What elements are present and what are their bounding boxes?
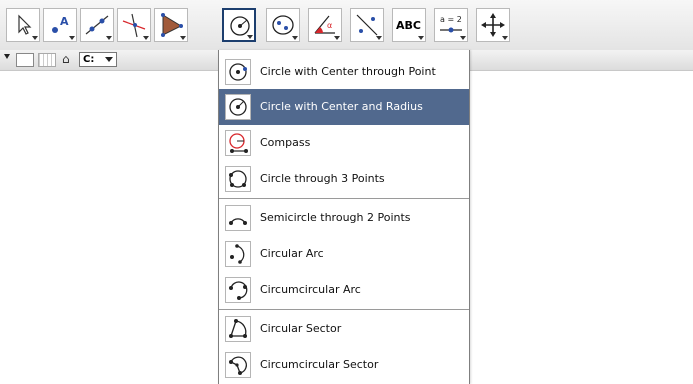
move-graphics-icon	[481, 13, 505, 37]
menu-item-circle-three-points[interactable]: Circle through 3 Points	[219, 161, 469, 197]
menu-item-label: Circle through 3 Points	[260, 172, 385, 185]
menu-item-label: Circular Sector	[260, 322, 342, 335]
dropdown-indicator-icon	[460, 36, 466, 40]
dropdown-indicator-icon	[180, 36, 186, 40]
semicircle-icon	[229, 218, 247, 225]
menu-item-circle-center-point[interactable]: Circle with Center through Point	[219, 54, 469, 90]
slider-label: a = 2	[440, 15, 462, 24]
slider-tool-button[interactable]: a = 2	[434, 8, 468, 42]
menu-item-label: Circle with Center through Point	[260, 65, 436, 78]
circle-tool-button[interactable]	[222, 8, 256, 42]
line-icon	[85, 15, 109, 35]
menu-item-circular-sector[interactable]: Circular Sector	[219, 311, 469, 347]
line-tool-button[interactable]	[80, 8, 114, 42]
style-bar-toggle-icon[interactable]	[4, 54, 10, 59]
menu-item-label: Semicircle through 2 Points	[260, 211, 411, 224]
dropdown-indicator-icon	[502, 36, 508, 40]
dropdown-indicator-icon	[334, 36, 340, 40]
slider-icon: a = 2	[440, 15, 462, 33]
text-icon: ABC	[396, 19, 421, 32]
menu-item-label: Compass	[260, 136, 311, 149]
perpendicular-tool-button[interactable]	[117, 8, 151, 42]
angle-letter: α	[327, 21, 332, 30]
perpendicular-line-icon	[122, 13, 146, 38]
move-graphics-tool-button[interactable]	[476, 8, 510, 42]
reflect-icon	[356, 14, 378, 36]
dropdown-indicator-icon	[247, 35, 253, 39]
polygon-tool-button[interactable]	[154, 8, 188, 42]
menu-item-label: Circumcircular Arc	[260, 283, 361, 296]
move-tool-button[interactable]	[6, 8, 40, 42]
dropdown-indicator-icon	[143, 36, 149, 40]
point-capturing-dropdown[interactable]: C:	[79, 52, 117, 67]
menu-separator	[219, 198, 469, 199]
dropdown-indicator-icon	[69, 36, 75, 40]
dropdown-indicator-icon	[376, 36, 382, 40]
dropdown-indicator-icon	[292, 36, 298, 40]
point-letter: A	[60, 15, 69, 28]
circular-arc-icon	[230, 244, 245, 264]
circle-three-points-icon	[229, 170, 247, 188]
menu-item-label: Circular Arc	[260, 247, 324, 260]
circle-center-radius-icon	[229, 98, 247, 116]
menu-item-circumcircular-arc[interactable]: Circumcircular Arc	[219, 272, 469, 308]
angle-icon: α	[314, 15, 335, 34]
menu-item-circle-center-radius[interactable]: Circle with Center and Radius	[219, 89, 469, 125]
show-grid-button[interactable]	[38, 53, 56, 67]
point-icon: A	[52, 15, 69, 33]
circle-center-point-icon	[229, 63, 247, 81]
toolbar: A α ABC a = 2	[0, 0, 693, 50]
menu-item-circumcircular-sector[interactable]: Circumcircular Sector	[219, 347, 469, 383]
reflect-tool-button[interactable]	[350, 8, 384, 42]
menu-item-label: Circle with Center and Radius	[260, 100, 423, 113]
angle-tool-button[interactable]: α	[308, 8, 342, 42]
chevron-down-icon	[105, 57, 113, 62]
point-capturing-value: C:	[83, 54, 95, 65]
show-axes-button[interactable]	[16, 53, 34, 67]
polygon-icon	[161, 13, 183, 37]
circle-tools-menu: Circle with Center through Point Circle …	[218, 50, 470, 384]
menu-separator	[219, 309, 469, 310]
menu-item-compass[interactable]: Compass	[219, 125, 469, 161]
menu-item-circular-arc[interactable]: Circular Arc	[219, 236, 469, 272]
arrow-cursor-icon	[18, 14, 32, 35]
circular-sector-icon	[229, 319, 247, 338]
ellipse-icon	[272, 15, 294, 35]
menu-item-label: Circumcircular Sector	[260, 358, 379, 371]
circumcircular-sector-icon	[229, 356, 247, 375]
text-tool-button[interactable]: ABC	[392, 8, 426, 42]
point-tool-button[interactable]: A	[43, 8, 77, 42]
dropdown-indicator-icon	[32, 36, 38, 40]
dropdown-indicator-icon	[418, 36, 424, 40]
menu-item-semicircle[interactable]: Semicircle through 2 Points	[219, 200, 469, 236]
dropdown-indicator-icon	[106, 36, 112, 40]
home-icon[interactable]: ⌂	[62, 52, 70, 66]
conic-tool-button[interactable]	[266, 8, 300, 42]
circumcircular-arc-icon	[229, 281, 248, 300]
compass-icon	[229, 133, 248, 153]
